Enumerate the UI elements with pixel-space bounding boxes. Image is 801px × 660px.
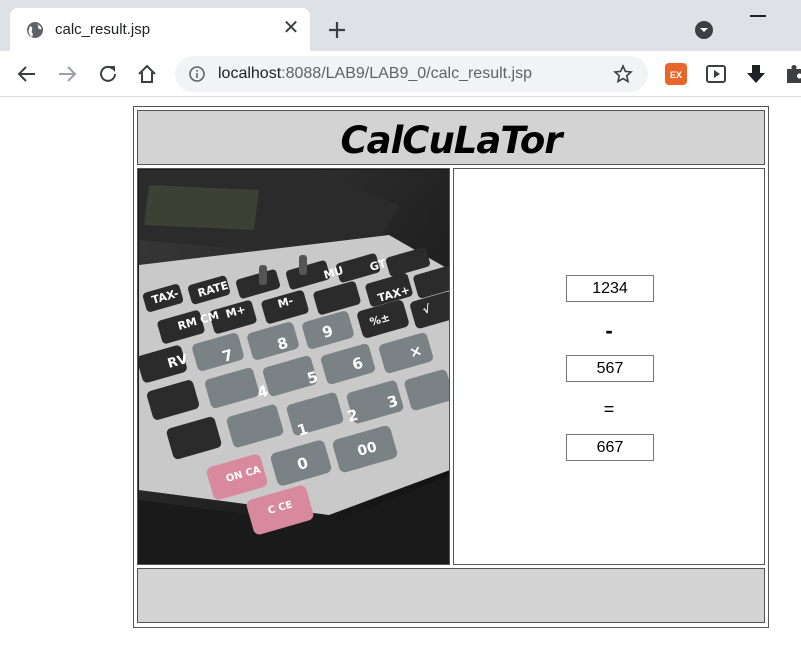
address-bar[interactable]: localhost:8088/LAB9/LAB9_0/calc_result.j… <box>175 56 648 92</box>
reload-icon[interactable] <box>97 63 119 85</box>
url-text[interactable]: localhost:8088/LAB9/LAB9_0/calc_result.j… <box>218 65 532 83</box>
bookmark-star-icon[interactable] <box>613 64 633 84</box>
url-host: localhost <box>218 65 282 82</box>
extension-ex-icon[interactable]: EX <box>665 63 687 85</box>
globe-icon <box>27 22 43 38</box>
operand2-field[interactable]: 567 <box>566 355 654 382</box>
calculator-photo: RATE GT MU M- M+ RM CM TAX+ TAX- 8 9 %± … <box>139 170 449 564</box>
title-cell: CalCuLaTor <box>137 110 765 165</box>
window-minimize-button[interactable] <box>750 15 766 17</box>
home-icon[interactable] <box>136 63 158 85</box>
browser-tab[interactable]: calc_result.jsp ✕ <box>10 8 310 51</box>
calculator-image: RATE GT MU M- M+ RM CM TAX+ TAX- 8 9 %± … <box>137 168 450 565</box>
url-path: :8088/LAB9/LAB9_0/calc_result.jsp <box>281 65 532 82</box>
new-tab-plus-icon[interactable] <box>325 18 349 42</box>
download-extension-icon[interactable] <box>745 63 767 85</box>
operand1-field[interactable]: 1234 <box>566 275 654 302</box>
tab-close-icon[interactable]: ✕ <box>280 17 302 39</box>
calculator-table: CalCuLaTor RATE GT MU M- M+ RM CM TAX+ T… <box>133 106 769 628</box>
operator-label: - <box>605 318 613 343</box>
extension-ex-label: EX <box>670 70 682 80</box>
puzzle-extensions-icon[interactable] <box>783 63 801 85</box>
tab-title: calc_result.jsp <box>55 21 151 38</box>
result-form-cell: 1234 - 567 = 667 <box>453 168 765 565</box>
equals-label: = <box>603 399 615 419</box>
footer-cell <box>137 568 765 623</box>
back-arrow-icon[interactable] <box>16 63 38 85</box>
media-extension-icon[interactable] <box>705 63 727 85</box>
browser-tabstrip: calc_result.jsp ✕ <box>0 0 801 51</box>
site-info-icon[interactable] <box>189 66 205 82</box>
forward-arrow-icon[interactable] <box>56 63 78 85</box>
browser-toolbar: localhost:8088/LAB9/LAB9_0/calc_result.j… <box>0 51 801 97</box>
tab-search-icon[interactable] <box>694 20 714 40</box>
result-field[interactable]: 667 <box>566 434 654 461</box>
page-title: CalCuLaTor <box>340 119 563 162</box>
